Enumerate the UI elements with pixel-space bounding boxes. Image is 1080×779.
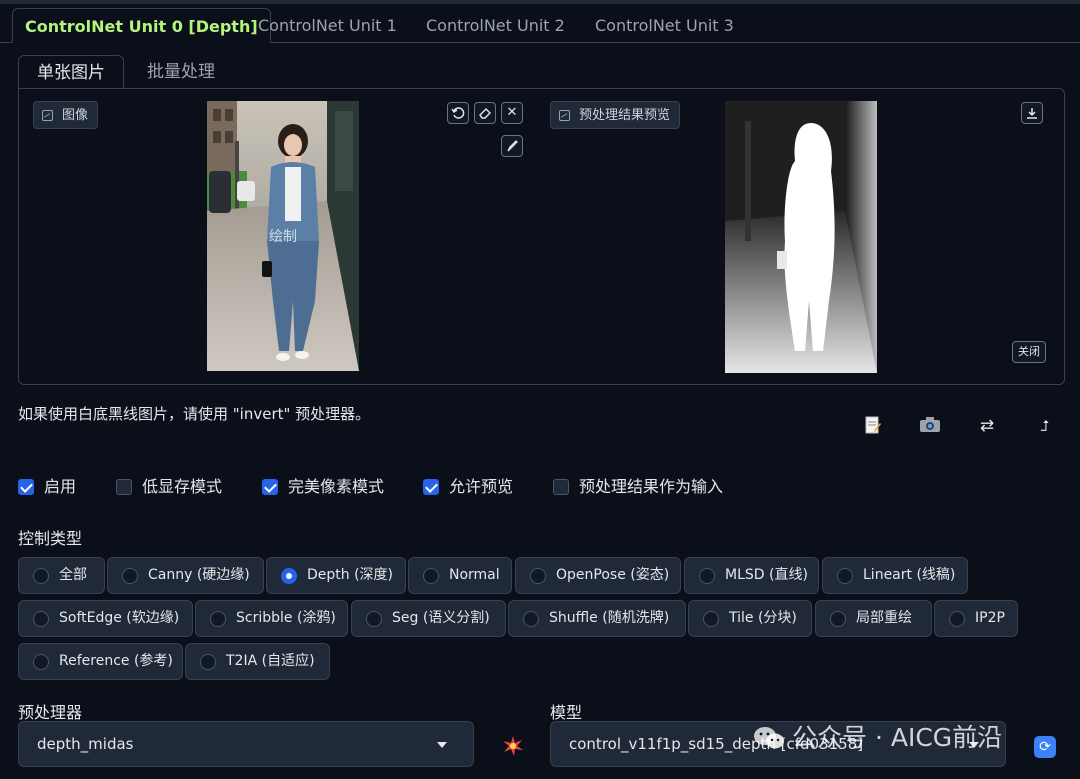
allow-preview-checkbox[interactable]: 允许预览 (423, 476, 513, 498)
image-icon (559, 110, 570, 121)
checkbox-box[interactable] (423, 479, 439, 495)
radio-dot[interactable] (830, 611, 846, 627)
control-type-ip2p[interactable]: IP2P (934, 600, 1018, 637)
radio-dot[interactable] (699, 568, 715, 584)
controlnet-unit-tabs: ControlNet Unit 0 [Depth] ControlNet Uni… (0, 8, 1080, 43)
camera-icon[interactable] (918, 415, 942, 437)
close-preview-button[interactable]: 关闭 (1012, 341, 1046, 363)
pixel-perfect-checkbox[interactable]: 完美像素模式 (262, 476, 384, 498)
checkbox-box[interactable] (262, 479, 278, 495)
radio-dot[interactable] (122, 568, 138, 584)
window-top-edge (0, 0, 1080, 4)
radio-dot[interactable] (200, 654, 216, 670)
control-type-depth[interactable]: Depth (深度) (266, 557, 406, 594)
wechat-icon (752, 724, 786, 752)
model-label: 模型 (550, 703, 583, 722)
radio-dot[interactable] (523, 611, 539, 627)
control-type-seg[interactable]: Seg (语义分割) (351, 600, 506, 637)
tab-unit-3[interactable]: ControlNet Unit 3 (583, 8, 746, 43)
radio-dot[interactable] (33, 611, 49, 627)
low-vram-checkbox[interactable]: 低显存模式 (116, 476, 222, 498)
depth-preview-image (725, 101, 877, 373)
radio-dot[interactable] (33, 568, 49, 584)
control-type-lineart[interactable]: Lineart (线稿) (822, 557, 968, 594)
image-area: 图像 绘制 ✕ 预处理结果预览 关闭 (18, 88, 1065, 385)
enable-checkbox[interactable]: 启用 (18, 476, 76, 498)
preprocessor-as-input-checkbox[interactable]: 预处理结果作为输入 (553, 476, 723, 498)
radio-dot[interactable] (281, 568, 297, 584)
control-type-scribble[interactable]: Scribble (涂鸦) (195, 600, 348, 637)
control-type-softedge[interactable]: SoftEdge (软边缘) (18, 600, 193, 637)
control-type-mlsd[interactable]: MLSD (直线) (684, 557, 819, 594)
send-dimensions-icon[interactable]: ⮥ (1033, 415, 1057, 437)
unit-panel: 单张图片 批量处理 图像 绘制 ✕ 预处理结果预览 关闭 (18, 43, 1065, 388)
control-type-normal[interactable]: Normal (408, 557, 512, 594)
control-type-canny[interactable]: Canny (硬边缘) (107, 557, 264, 594)
radio-dot[interactable] (366, 611, 382, 627)
close-icon[interactable]: ✕ (501, 102, 523, 124)
control-type-all[interactable]: 全部 (18, 557, 105, 594)
invert-hint: 如果使用白底黑线图片，请使用 "invert" 预处理器。 (18, 405, 371, 423)
control-type-label: 控制类型 (18, 529, 83, 548)
checkbox-box[interactable] (553, 479, 569, 495)
brush-icon[interactable] (501, 135, 523, 157)
tab-unit-1[interactable]: ControlNet Unit 1 (246, 8, 409, 43)
tab-batch[interactable]: 批量处理 (129, 55, 233, 89)
undo-icon[interactable] (447, 102, 469, 124)
image-label: 图像 (33, 101, 99, 129)
radio-dot[interactable] (33, 654, 49, 670)
control-type-t2ia[interactable]: T2IA (自适应) (185, 643, 330, 680)
control-type-shuffle[interactable]: Shuffle (随机洗牌) (508, 600, 686, 637)
checkbox-box[interactable] (116, 479, 132, 495)
preprocessor-label: 预处理器 (18, 703, 83, 722)
image-watermark: 绘制 (269, 229, 297, 245)
radio-dot[interactable] (530, 568, 546, 584)
watermark-text: 公众号 · AICG前沿 (792, 723, 1003, 752)
checkbox-box[interactable] (18, 479, 34, 495)
control-type-inpaint[interactable]: 局部重绘 (815, 600, 932, 637)
radio-dot[interactable] (210, 611, 226, 627)
chevron-down-icon (437, 742, 447, 748)
preview-label: 预处理结果预览 (550, 101, 681, 129)
tab-single-image[interactable]: 单张图片 (18, 55, 124, 89)
radio-dot[interactable] (423, 568, 439, 584)
swap-icon[interactable]: ⇄ (975, 415, 999, 437)
download-icon[interactable] (1021, 102, 1043, 124)
radio-dot[interactable] (703, 611, 719, 627)
preprocessor-select[interactable]: depth_midas (18, 721, 474, 767)
control-type-openpose[interactable]: OpenPose (姿态) (515, 557, 681, 594)
depth-map-illustration (725, 101, 877, 373)
notepad-icon[interactable] (861, 415, 885, 437)
run-preprocessor-icon[interactable] (502, 735, 524, 757)
refresh-models-icon[interactable]: ⟳ (1034, 736, 1056, 758)
radio-dot[interactable] (949, 611, 965, 627)
control-type-reference[interactable]: Reference (参考) (18, 643, 183, 680)
image-icon (42, 110, 53, 121)
tab-unit-0[interactable]: ControlNet Unit 0 [Depth] (12, 8, 271, 43)
radio-dot[interactable] (837, 568, 853, 584)
control-type-tile[interactable]: Tile (分块) (688, 600, 812, 637)
eraser-icon[interactable] (474, 102, 496, 124)
tab-unit-2[interactable]: ControlNet Unit 2 (414, 8, 577, 43)
source-image[interactable]: 绘制 (207, 101, 359, 371)
input-mode-tabs: 单张图片 批量处理 (18, 55, 1065, 89)
